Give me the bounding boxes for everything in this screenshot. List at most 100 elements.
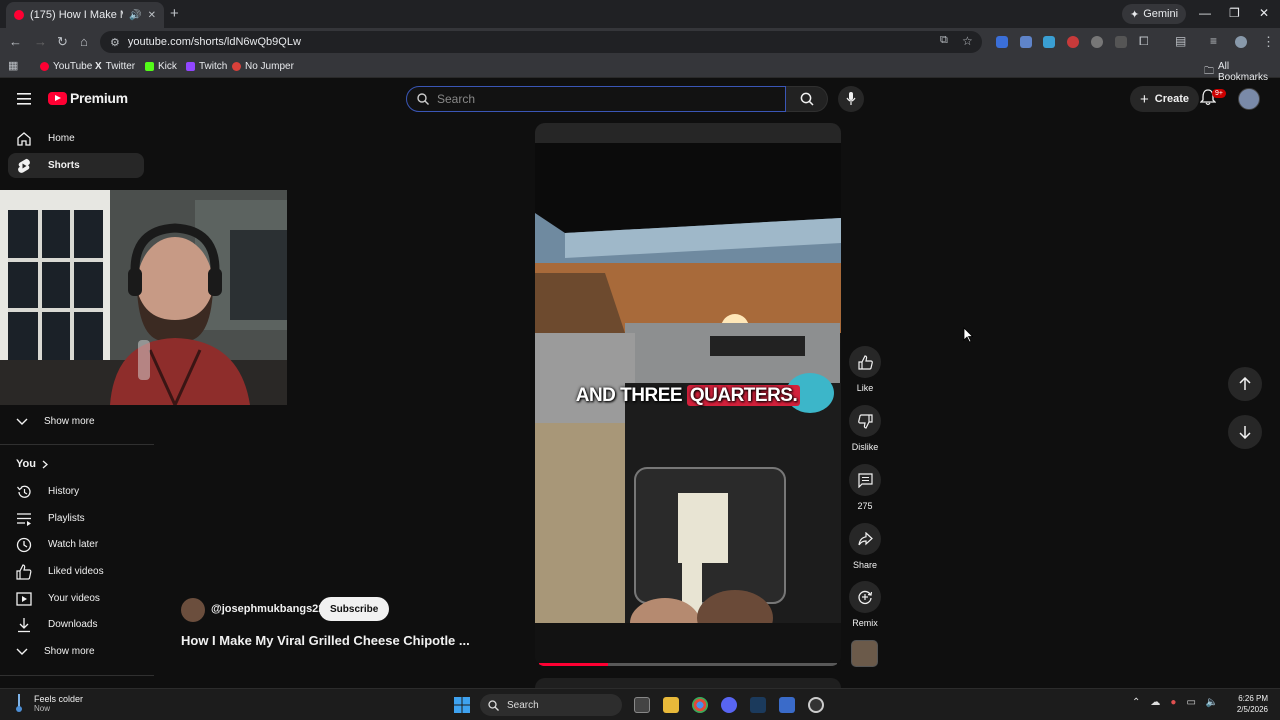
voice-search-button[interactable] [838, 86, 864, 112]
steam-icon[interactable] [750, 697, 766, 713]
onedrive-icon[interactable]: ☁ [1150, 697, 1160, 708]
speaker-icon[interactable]: 🔊 [129, 10, 141, 21]
next-short-button[interactable] [1228, 415, 1262, 449]
chevron-up-icon[interactable]: ⌃ [1132, 697, 1140, 708]
address-bar[interactable]: ⚙ youtube.com/shorts/ldN6wQb9QLw [100, 31, 982, 53]
search-box[interactable] [406, 86, 786, 112]
install-app-icon[interactable]: ⧉ [940, 34, 948, 47]
minimize-icon[interactable]: — [1199, 6, 1211, 20]
like-button[interactable]: Like [845, 346, 885, 393]
weather-subtitle: Now [34, 703, 51, 713]
app-icon[interactable] [808, 697, 824, 713]
site-info-icon[interactable]: ⚙ [110, 36, 120, 49]
microphone-icon[interactable]: ● [1170, 697, 1176, 708]
extensions-puzzle-icon[interactable]: ⧠ [1139, 34, 1149, 49]
dislike-circle[interactable] [849, 405, 881, 437]
sidebar-you-header[interactable]: You [16, 458, 48, 470]
system-clock[interactable]: 6:26 PM 2/5/2026 [1230, 693, 1268, 715]
sidebar-item-shorts[interactable]: Shorts [8, 153, 144, 178]
display-icon[interactable]: ▭ [1186, 697, 1195, 708]
previous-short-button[interactable] [1228, 367, 1262, 401]
youtube-favicon-icon [14, 10, 24, 20]
browser-menu-icon[interactable]: ⋮ [1262, 34, 1275, 50]
bookmark-kick[interactable]: Kick [145, 61, 177, 72]
search-icon [488, 699, 499, 711]
new-tab-icon[interactable]: + [170, 5, 179, 22]
account-avatar[interactable] [1238, 88, 1260, 110]
share-circle[interactable] [849, 523, 881, 555]
share-button[interactable]: Share [845, 523, 885, 570]
bookmark-star-icon[interactable]: ☆ [962, 34, 973, 48]
windows-start-icon[interactable] [454, 697, 470, 713]
comments-button[interactable]: 275 [845, 464, 885, 511]
hamburger-menu-icon[interactable] [17, 93, 31, 105]
taskbar-search[interactable]: Search [480, 694, 622, 716]
discord-icon[interactable] [721, 697, 737, 713]
progress-bar[interactable] [539, 663, 837, 666]
dislike-label: Dislike [851, 442, 879, 452]
thumbs-up-icon [857, 354, 873, 370]
tab-search-icon[interactable]: ≡ [1210, 34, 1217, 48]
search-button[interactable] [786, 86, 828, 112]
extension-icon[interactable] [1091, 36, 1103, 48]
side-panel-icon[interactable]: ▤ [1175, 34, 1186, 48]
profile-icon[interactable] [1235, 36, 1247, 48]
sidebar-item-history[interactable]: History [8, 479, 144, 504]
short-title[interactable]: How I Make My Viral Grilled Cheese Chipo… [181, 633, 470, 648]
kick-icon [145, 62, 154, 71]
sound-thumbnail[interactable] [851, 640, 878, 667]
browser-tab[interactable]: (175) How I Make My Viral G 🔊 ✕ [6, 2, 164, 28]
sidebar-item-downloads[interactable]: Downloads [8, 612, 144, 637]
home-browser-icon[interactable]: ⌂ [80, 34, 88, 49]
bookmark-youtube[interactable]: YouTube [40, 61, 92, 72]
restore-icon[interactable]: ❐ [1229, 6, 1240, 20]
sidebar-item-playlists[interactable]: Playlists [8, 506, 144, 531]
bookmark-label: Kick [158, 61, 177, 72]
sidebar-show-more-you[interactable]: Show more [8, 639, 144, 664]
task-view-icon[interactable] [634, 697, 650, 713]
chrome-icon[interactable] [692, 697, 708, 713]
close-tab-icon[interactable]: ✕ [148, 10, 156, 21]
extension-icon[interactable] [1043, 36, 1055, 48]
close-window-icon[interactable]: ✕ [1259, 6, 1269, 20]
dislike-button[interactable]: Dislike [845, 405, 885, 452]
apps-grid-icon[interactable]: ▦ [8, 59, 18, 72]
no-jumper-icon [232, 62, 241, 71]
youtube-premium-logo[interactable]: Premium [48, 90, 128, 106]
remix-circle[interactable] [849, 581, 881, 613]
sidebar-divider [0, 675, 154, 676]
app-icon[interactable] [779, 697, 795, 713]
create-button[interactable]: + Create [1130, 86, 1200, 112]
sidebar-item-liked-videos[interactable]: Liked videos [8, 559, 144, 584]
search-input[interactable] [437, 92, 757, 106]
weather-widget[interactable]: Feels colder Now [12, 693, 83, 713]
remix-button[interactable]: Remix [845, 581, 885, 628]
reload-icon[interactable]: ↻ [57, 34, 68, 50]
search-icon [417, 93, 429, 105]
forward-icon[interactable]: → [34, 34, 47, 49]
channel-name[interactable]: @josephmukbangs22 [211, 603, 324, 615]
bookmark-twitch[interactable]: Twitch [186, 61, 227, 72]
subscribe-button[interactable]: Subscribe [319, 597, 390, 621]
bookmarks-bar: ▦ YouTube X Twitter Kick Twitch No Jumpe… [0, 56, 1280, 83]
sidebar-item-watch-later[interactable]: Watch later [8, 532, 144, 557]
channel-avatar[interactable] [181, 598, 205, 622]
file-explorer-icon[interactable] [663, 697, 679, 713]
back-icon[interactable]: ← [9, 34, 22, 49]
extension-icon[interactable] [1020, 36, 1032, 48]
extension-icon[interactable] [1067, 36, 1079, 48]
volume-icon[interactable]: 🔈 [1206, 697, 1218, 708]
like-circle[interactable] [849, 346, 881, 378]
bookmark-twitter[interactable]: X Twitter [95, 61, 135, 72]
sidebar-item-your-videos[interactable]: Your videos [8, 586, 144, 611]
extension-icon[interactable] [996, 36, 1008, 48]
sidebar-show-more[interactable]: Show more [8, 409, 144, 434]
weather-title: Feels colder [34, 693, 84, 704]
sidebar-item-home[interactable]: Home [8, 126, 144, 151]
create-label: Create [1154, 93, 1190, 105]
comments-circle[interactable] [849, 464, 881, 496]
extension-icon[interactable] [1115, 36, 1127, 48]
gemini-button[interactable]: ✦ Gemini [1122, 4, 1187, 24]
shorts-video-player[interactable]: AND THREE QUARTERS. [535, 123, 841, 666]
bookmark-no-jumper[interactable]: No Jumper [232, 61, 294, 72]
